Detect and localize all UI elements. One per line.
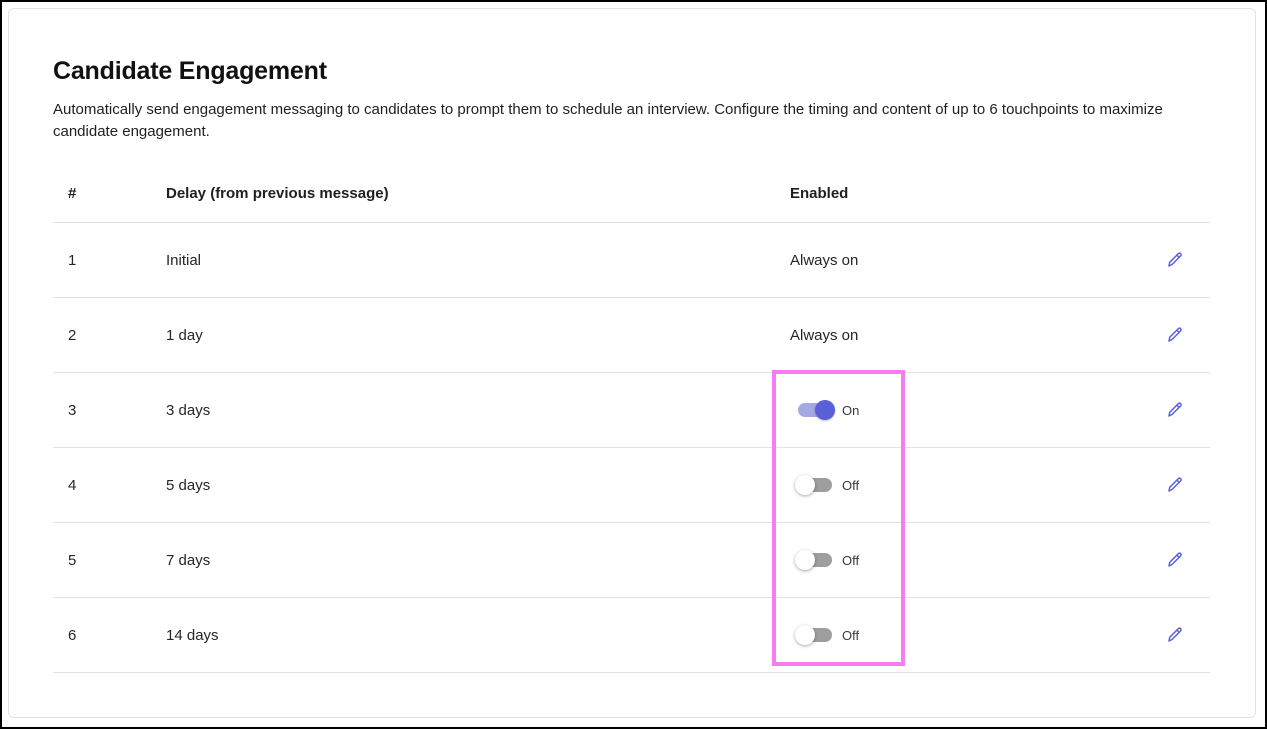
- toggle-knob[interactable]: [815, 400, 835, 420]
- page-description: Automatically send engagement messaging …: [53, 101, 1163, 140]
- window-frame: Candidate Engagement Automatically send …: [0, 0, 1267, 729]
- toggle-track[interactable]: [795, 625, 832, 645]
- toggle-track[interactable]: [795, 475, 832, 495]
- row-enabled-cell: On: [790, 373, 859, 447]
- row-delay: 3 days: [166, 401, 211, 419]
- toggle-knob[interactable]: [795, 550, 815, 570]
- row-delay: 14 days: [166, 626, 219, 644]
- row-delay: 5 days: [166, 476, 211, 494]
- toggle-label: Off: [842, 627, 860, 643]
- enabled-toggle[interactable]: On: [798, 400, 860, 420]
- toggle-knob[interactable]: [795, 475, 815, 495]
- table-row: 1 Initial Always on: [53, 223, 1210, 298]
- edit-button[interactable]: [1163, 373, 1187, 447]
- row-enabled-cell: Off: [790, 523, 859, 597]
- pencil-icon: [1166, 626, 1184, 644]
- page-title: Candidate Engagement: [53, 57, 327, 85]
- pencil-icon: [1166, 251, 1184, 269]
- row-number: 3: [68, 401, 77, 419]
- edit-button[interactable]: [1163, 448, 1187, 522]
- table-header: # Delay (from previous message) Enabled: [53, 172, 1210, 223]
- pencil-icon: [1166, 326, 1184, 344]
- header-delay: Delay (from previous message): [166, 184, 389, 202]
- enabled-toggle[interactable]: Off: [795, 550, 860, 570]
- pencil-icon: [1166, 476, 1184, 494]
- row-enabled-status: Always on: [790, 326, 859, 344]
- enabled-toggle[interactable]: Off: [795, 625, 860, 645]
- row-number: 4: [68, 476, 77, 494]
- edit-button[interactable]: [1163, 223, 1187, 297]
- row-delay: Initial: [166, 251, 202, 269]
- row-enabled-status: Always on: [790, 251, 859, 269]
- toggle-knob[interactable]: [795, 625, 815, 645]
- table-row: 5 7 days Off: [53, 523, 1210, 598]
- table-row: 6 14 days Off: [53, 598, 1210, 673]
- row-enabled-cell: Off: [790, 448, 859, 522]
- toggle-track[interactable]: [795, 550, 832, 570]
- table-row: 3 3 days On: [53, 373, 1210, 448]
- row-number: 2: [68, 326, 77, 344]
- pencil-icon: [1166, 551, 1184, 569]
- row-delay: 7 days: [166, 551, 211, 569]
- table-row: 2 1 day Always on: [53, 298, 1210, 373]
- row-number: 5: [68, 551, 77, 569]
- table-row: 4 5 days Off: [53, 448, 1210, 523]
- edit-button[interactable]: [1163, 523, 1187, 597]
- header-number: #: [68, 184, 77, 202]
- header-enabled: Enabled: [790, 184, 849, 202]
- row-number: 6: [68, 626, 77, 644]
- row-delay: 1 day: [166, 326, 203, 344]
- toggle-label: On: [842, 402, 860, 418]
- toggle-label: Off: [842, 477, 860, 493]
- edit-button[interactable]: [1163, 598, 1187, 672]
- enabled-toggle[interactable]: Off: [795, 475, 860, 495]
- pencil-icon: [1166, 401, 1184, 419]
- edit-button[interactable]: [1163, 298, 1187, 372]
- touchpoints-table: # Delay (from previous message) Enabled …: [53, 172, 1210, 673]
- row-number: 1: [68, 251, 77, 269]
- toggle-label: Off: [842, 552, 860, 568]
- toggle-track[interactable]: [798, 400, 835, 420]
- row-enabled-cell: Off: [790, 598, 859, 672]
